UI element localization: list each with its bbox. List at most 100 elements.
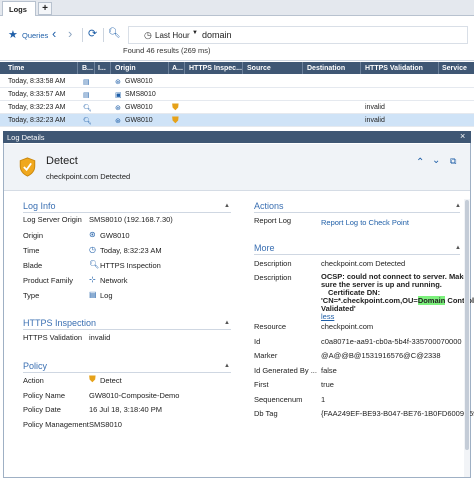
collapse-icon[interactable]: ▲: [224, 363, 230, 369]
chevron-down-icon[interactable]: ▼: [192, 30, 198, 36]
toolbar-divider: [103, 28, 104, 42]
field-label: Description: [254, 273, 292, 282]
column-header-time[interactable]: Time: [8, 65, 24, 72]
section-heading-log-info: Log Info: [23, 201, 56, 211]
section-divider: [23, 372, 231, 373]
field-value: HTTPS Inspection: [100, 261, 161, 270]
chevron-down-icon[interactable]: ⌄: [432, 155, 440, 166]
row-https-validation: invalid: [365, 104, 385, 111]
field-value: invalid: [89, 333, 111, 342]
table-row-selected[interactable]: Today, 8:32:23 AM 🔍︎ ⊛ GW8010 ⛊ invalid: [0, 114, 474, 127]
field-label: Origin: [23, 231, 44, 240]
toolbar-divider: [82, 28, 83, 42]
field-label: Id Generated By ...: [254, 366, 317, 375]
field-value: false: [321, 366, 337, 375]
forward-icon[interactable]: ›: [68, 27, 72, 40]
field-label: Product Family: [23, 276, 74, 285]
detect-shield-icon: [19, 157, 36, 177]
field-label: Policy Name: [23, 391, 66, 400]
field-value: c0a8071e-aa91-cb0a-5b4f-335700070000: [321, 337, 462, 346]
clock-icon: ◷: [144, 30, 152, 40]
add-tab-button[interactable]: +: [38, 2, 52, 15]
field-value: Detect: [100, 376, 122, 385]
server-icon: ▣: [115, 92, 122, 99]
field-value: checkpoint.com Detected: [321, 259, 406, 268]
column-header-blade[interactable]: B...: [82, 65, 93, 72]
search-input[interactable]: domain: [202, 30, 232, 40]
field-label: Resource: [254, 322, 287, 331]
gateway-icon: ⊛: [115, 105, 121, 112]
field-value: GW8010: [100, 231, 130, 240]
table-row[interactable]: Today, 8:32:23 AM 🔍︎ ⊛ GW8010 ⛊ invalid: [0, 101, 474, 114]
scrollbar-thumb[interactable]: [465, 200, 469, 450]
row-time: Today, 8:32:23 AM: [8, 117, 66, 124]
clock-icon: ◷: [89, 245, 96, 254]
section-heading-https-inspection: HTTPS Inspection: [23, 318, 97, 328]
table-row[interactable]: Today, 8:33:57 AM ▤ ▣ SMS8010: [0, 88, 474, 101]
log-icon: ▤: [83, 79, 90, 86]
detect-shield-icon: ⛊: [89, 374, 96, 384]
network-icon: ⊹: [89, 275, 96, 284]
collapse-icon[interactable]: ▲: [224, 320, 230, 326]
collapse-icon[interactable]: ▲: [455, 245, 461, 251]
chevron-up-icon[interactable]: ⌃: [416, 157, 424, 168]
collapse-icon[interactable]: ▲: [455, 203, 461, 209]
column-header-service[interactable]: Service: [442, 65, 467, 72]
results-count: Found 46 results (269 ms): [123, 46, 211, 55]
column-header-https-inspection[interactable]: HTTPS Inspec...: [189, 65, 242, 72]
field-value: Log: [100, 291, 113, 300]
collapse-icon[interactable]: ▲: [224, 203, 230, 209]
field-label: Db Tag: [254, 409, 278, 418]
table-row[interactable]: Today, 8:33:58 AM ▤ ⊛ GW8010: [0, 75, 474, 88]
column-header-source[interactable]: Source: [247, 65, 271, 72]
row-time: Today, 8:33:57 AM: [8, 91, 66, 98]
column-header-icon[interactable]: I...: [98, 65, 106, 72]
queries-button[interactable]: Queries: [22, 31, 48, 40]
log-details-titlebar: [3, 131, 471, 143]
row-origin: GW8010: [125, 78, 153, 85]
back-icon[interactable]: ‹: [52, 27, 56, 40]
section-heading-more: More: [254, 243, 275, 253]
field-label: Report Log: [254, 216, 292, 225]
row-origin: GW8010: [125, 104, 153, 111]
field-label: Description: [254, 259, 292, 268]
field-label: Log Server Origin: [23, 215, 82, 224]
report-log-link[interactable]: Report Log to Check Point: [321, 218, 409, 227]
column-header-https-validation[interactable]: HTTPS Validation: [365, 65, 423, 72]
row-origin: GW8010: [125, 117, 153, 124]
details-header: [4, 144, 470, 191]
star-icon[interactable]: ★: [8, 29, 18, 41]
https-inspection-icon: 🔍︎: [83, 118, 92, 125]
less-link[interactable]: less: [321, 312, 334, 321]
copy-icon[interactable]: ⧉: [450, 156, 456, 167]
gateway-icon: ⊛: [89, 230, 96, 239]
detect-shield-icon: ⛊: [172, 102, 179, 112]
field-value: SMS8010 (192.168.7.30): [89, 215, 173, 224]
field-label: Type: [23, 291, 40, 300]
detect-shield-icon: ⛊: [172, 115, 179, 125]
field-label: Id: [254, 337, 261, 346]
field-value: Today, 8:32:23 AM: [100, 246, 162, 255]
gateway-icon: ⊛: [115, 79, 121, 86]
section-divider: [254, 254, 460, 255]
log-details-title: Log Details: [7, 133, 45, 142]
row-origin: SMS8010: [125, 91, 156, 98]
field-label: Marker: [254, 351, 278, 360]
refresh-icon[interactable]: ⟳: [88, 28, 97, 40]
field-label: First: [254, 380, 269, 389]
field-label: Policy Date: [23, 405, 61, 414]
field-value: GW8010-Composite-Demo: [89, 391, 180, 400]
field-value: true: [321, 380, 334, 389]
section-divider: [23, 329, 231, 330]
close-icon[interactable]: ×: [460, 131, 465, 141]
column-header-action[interactable]: A...: [172, 65, 183, 72]
query-options-icon[interactable]: 🔍︎: [108, 28, 121, 40]
column-header-destination[interactable]: Destination: [307, 65, 345, 72]
tab-logs[interactable]: Logs: [2, 1, 36, 16]
field-label: HTTPS Validation: [23, 333, 83, 342]
time-range-select[interactable]: Last Hour: [155, 31, 190, 40]
field-value: SMS8010: [89, 420, 122, 429]
log-icon: ▤: [89, 290, 97, 299]
column-header-origin[interactable]: Origin: [115, 65, 136, 72]
search-highlight: Domain: [417, 296, 446, 305]
